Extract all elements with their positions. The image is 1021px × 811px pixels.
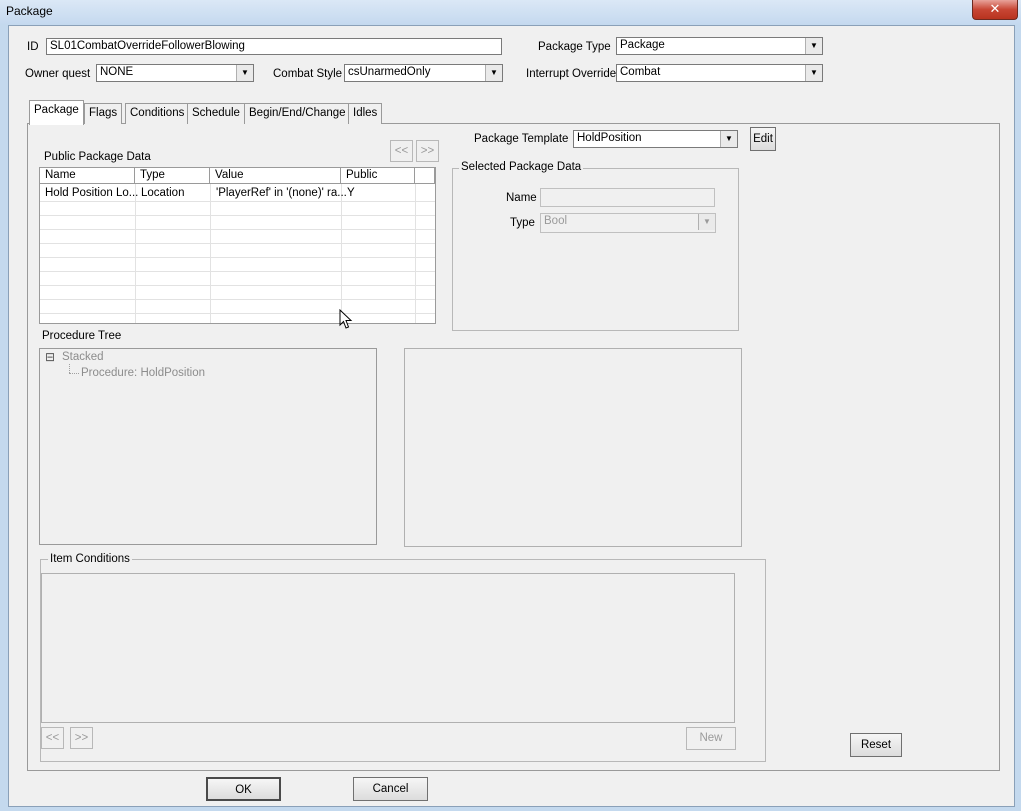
grid-line [40,243,435,244]
item-conditions-title: Item Conditions [48,553,132,565]
column-header-name[interactable]: Name [40,168,135,184]
ok-button[interactable]: OK [206,777,281,801]
combat-style-label: Combat Style [273,68,343,80]
row-1-type[interactable]: Location [141,187,184,199]
grid-line [40,201,435,202]
edit-button[interactable]: Edit [750,127,776,151]
grid-line [415,184,416,323]
grid-line [135,184,136,323]
package-type-select[interactable]: Package ▼ [616,37,823,55]
grid-line [210,184,211,323]
grid-line [40,257,435,258]
close-button[interactable]: ✕ [972,0,1018,20]
name-input[interactable] [540,188,715,207]
row-1-public[interactable]: Y [347,187,355,199]
tab-idles[interactable]: Idles [348,103,383,124]
column-header-value[interactable]: Value [210,168,341,184]
package-type-value: Package [620,39,665,51]
type-label: Type [510,217,535,229]
chevron-down-icon[interactable]: ▼ [805,38,822,54]
row-1-name[interactable]: Hold Position Lo... [45,187,138,199]
type-select[interactable]: Bool ▼ [540,213,716,233]
procedure-detail-pane [404,348,742,547]
grid-line [40,285,435,286]
tree-node-procedure[interactable]: Procedure: HoldPosition [81,367,205,379]
tree-connector [69,364,71,373]
procedure-tree-label: Procedure Tree [42,330,122,342]
package-type-label: Package Type [538,41,611,53]
item-conditions-list[interactable] [41,573,735,723]
mouse-cursor-icon [339,309,353,329]
interrupt-override-select[interactable]: Combat ▼ [616,64,823,82]
reset-button[interactable]: Reset [850,733,902,757]
column-header-public[interactable]: Public [341,168,415,184]
package-template-value: HoldPosition [577,132,642,144]
next-button[interactable]: >> [416,140,439,162]
chevron-down-icon[interactable]: ▼ [698,214,715,230]
interrupt-override-label: Interrupt Override [526,68,617,80]
title-bar [0,0,1021,24]
tab-begin-end-change[interactable]: Begin/End/Change [244,103,351,124]
package-template-select[interactable]: HoldPosition ▼ [573,130,738,148]
chevron-down-icon[interactable]: ▼ [805,65,822,81]
column-header-filler [415,168,435,184]
owner-quest-value: NONE [100,66,134,78]
selected-package-data-title: Selected Package Data [459,161,584,173]
name-label: Name [506,192,537,204]
interrupt-override-value: Combat [620,66,661,78]
row-1-value[interactable]: 'PlayerRef' in '(none)' ra... [216,187,347,199]
combat-style-select[interactable]: csUnarmedOnly ▼ [344,64,503,82]
package-template-label: Package Template [474,133,569,145]
collapse-icon[interactable]: ⊟ [45,350,55,364]
grid-line [40,215,435,216]
combat-style-value: csUnarmedOnly [348,66,431,78]
grid-line [40,271,435,272]
tab-conditions[interactable]: Conditions [125,103,190,124]
chevron-down-icon[interactable]: ▼ [236,65,253,81]
owner-quest-select[interactable]: NONE ▼ [96,64,254,82]
type-value: Bool [544,215,568,227]
new-button[interactable]: New [686,727,736,750]
chevron-down-icon[interactable]: ▼ [485,65,502,81]
grid-line [40,299,435,300]
column-header-type[interactable]: Type [135,168,210,184]
tab-flags[interactable]: Flags [84,103,123,124]
close-icon: ✕ [989,1,1001,16]
grid-line [341,184,342,323]
id-label: ID [27,41,39,53]
owner-quest-label: Owner quest [25,68,91,80]
grid-line [40,313,435,314]
tree-node-stacked[interactable]: Stacked [62,351,104,363]
public-package-data-label: Public Package Data [44,151,151,163]
window-title: Package [6,4,53,18]
conditions-prev-button[interactable]: << [41,727,64,749]
tree-connector [69,373,79,375]
id-input[interactable]: SL01CombatOverrideFollowerBlowing [46,38,502,55]
prev-button[interactable]: << [390,140,413,162]
conditions-next-button[interactable]: >> [70,727,93,749]
grid-line [40,229,435,230]
tab-schedule[interactable]: Schedule [187,103,245,124]
cancel-button[interactable]: Cancel [353,777,428,801]
tab-package[interactable]: Package [29,100,84,125]
public-package-data-table[interactable]: Name Type Value Public Hold Position Lo.… [39,167,436,324]
chevron-down-icon[interactable]: ▼ [720,131,737,147]
